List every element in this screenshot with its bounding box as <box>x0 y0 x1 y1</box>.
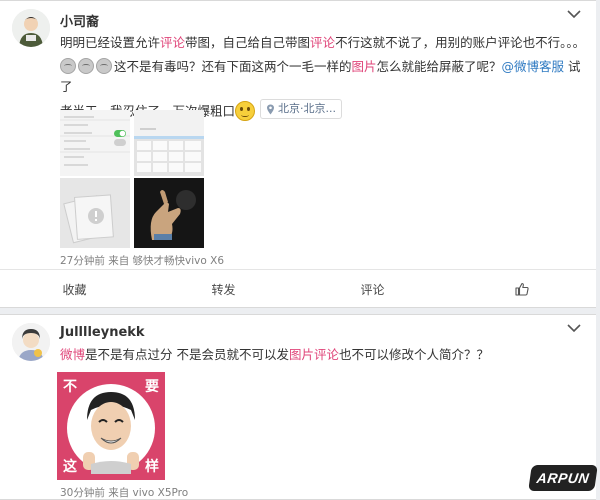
sticker-caption: 样 <box>145 459 159 475</box>
watermark-text: ARPUN <box>535 470 591 486</box>
location-text: 北京·北京... <box>278 102 337 115</box>
post-text-line: 明明已经设置允许评论带图，自己给自己带图评论不行这就不说了，用别的账户评论也不行… <box>60 33 590 53</box>
post-image-thumbnail[interactable] <box>60 110 130 176</box>
author-avatar[interactable] <box>12 323 50 361</box>
post-text: 明明已经设置允许评论带图，自己给自己带图评论不行这就不说了，用别的账户评论也不行… <box>60 33 590 122</box>
text-segment: 不行这就不说了，用别的账户评论也不行。。。 <box>335 35 586 50</box>
broken-image-thumbnail[interactable] <box>60 178 130 248</box>
text-segment: 带图，自己给自己带图 <box>185 35 311 50</box>
post-text: 微博是不是有点过分 不是会员就不可以发图片评论也不可以修改个人简介？？ <box>60 345 590 365</box>
post-meta: 27分钟前 来自 够快才畅快vivo X6 <box>60 255 225 267</box>
sticker-caption: 这 <box>63 459 77 475</box>
text-segment: 怎么就能给屏蔽了呢？ <box>376 59 502 74</box>
text-segment: 明明已经设置允许 <box>60 35 161 50</box>
chevron-down-icon[interactable] <box>566 7 582 21</box>
post-text-line: 这不是有毒吗？还有下面这两个一毛一样的图片怎么就能给屏蔽了呢？@微博客服 试了 <box>60 57 590 97</box>
repost-label: 转发 <box>211 282 236 297</box>
text-segment: 这不是有毒吗？还有下面这两个一毛一样的 <box>114 59 352 74</box>
post-actions-bar: 收藏 转发 评论 <box>0 269 596 308</box>
avatar-image <box>12 9 50 47</box>
chevron-down-icon[interactable] <box>566 321 582 335</box>
like-button[interactable] <box>447 270 596 308</box>
collect-button[interactable]: 收藏 <box>0 270 149 308</box>
keyboard-screenshot-image <box>134 110 204 176</box>
sticker-image[interactable]: 不 要 这 样 <box>57 372 165 480</box>
topic-keyword[interactable]: 评论 <box>310 35 335 50</box>
comment-button[interactable]: 评论 <box>298 270 447 308</box>
gesture-photo-image <box>134 178 204 248</box>
author-name[interactable]: Julllleynekk <box>60 325 145 340</box>
comment-label: 评论 <box>360 282 385 297</box>
topic-keyword[interactable]: 图片 <box>352 59 377 74</box>
sad-emoji-icon <box>60 58 76 74</box>
topic-keyword[interactable]: 评论 <box>160 35 185 50</box>
author-name[interactable]: 小司裔 <box>60 11 99 30</box>
thumbs-up-icon <box>514 282 529 296</box>
post-image-thumbnail[interactable] <box>134 178 204 248</box>
smile-emoji-icon <box>235 100 256 121</box>
sad-emoji-icon <box>96 58 112 74</box>
image-placeholder-icon <box>60 178 130 248</box>
sad-emoji-icon <box>78 58 94 74</box>
collect-label: 收藏 <box>62 282 87 297</box>
sticker-caption: 不 <box>63 379 77 395</box>
mention-link[interactable]: @微博客服 <box>502 59 565 74</box>
location-tag[interactable]: 北京·北京... <box>260 99 343 119</box>
author-avatar[interactable] <box>12 9 50 47</box>
topic-keyword[interactable]: 微博 <box>60 347 85 362</box>
post-image-thumbnail[interactable] <box>134 110 204 176</box>
topic-keyword[interactable]: 图片评论 <box>289 347 339 362</box>
sticker-caption: 要 <box>145 379 159 395</box>
text-segment: 是不是有点过分 不是会员就不可以发 <box>85 347 289 362</box>
repost-button[interactable]: 转发 <box>149 270 298 308</box>
avatar-image <box>12 323 50 361</box>
arpun-watermark: ARPUN <box>528 465 598 491</box>
location-pin-icon <box>267 104 275 114</box>
text-segment: 也不可以修改个人简介？？ <box>339 347 490 362</box>
settings-screenshot-image <box>60 110 130 176</box>
weibo-post-card: 小司裔 明明已经设置允许评论带图，自己给自己带图评论不行这就不说了，用别的账户评… <box>0 0 596 308</box>
